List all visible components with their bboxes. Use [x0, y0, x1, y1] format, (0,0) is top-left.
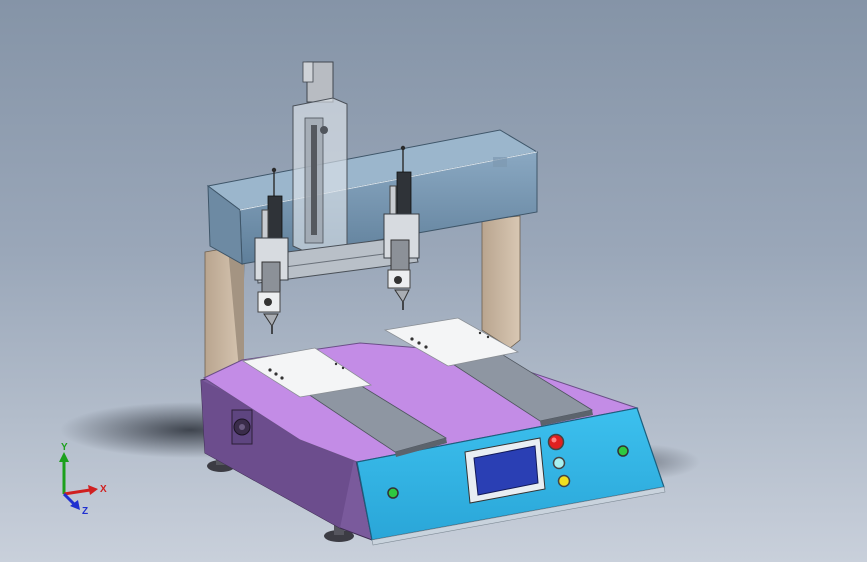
coordinate-triad: Y X Z	[59, 442, 107, 517]
right-green-indicator[interactable]	[617, 445, 629, 457]
x-arrowhead	[88, 485, 98, 495]
y-axis-label: Y	[61, 442, 68, 453]
dispensing-machine-model[interactable]	[0, 0, 867, 562]
z-axis-tower	[292, 61, 348, 253]
cyan-button[interactable]	[552, 456, 566, 470]
yellow-button[interactable]	[557, 474, 571, 488]
left-green-indicator[interactable]	[387, 487, 399, 499]
y-arrowhead	[59, 452, 69, 462]
right-column	[481, 215, 521, 349]
x-axis-label: X	[100, 484, 107, 495]
z-axis-arrow	[62, 492, 76, 506]
cad-viewport[interactable]: Y X Z	[0, 0, 867, 562]
x-axis-arrow	[63, 488, 91, 496]
side-fan-vent	[231, 409, 253, 445]
red-button[interactable]	[547, 433, 565, 451]
z-axis-label: Z	[82, 506, 88, 517]
